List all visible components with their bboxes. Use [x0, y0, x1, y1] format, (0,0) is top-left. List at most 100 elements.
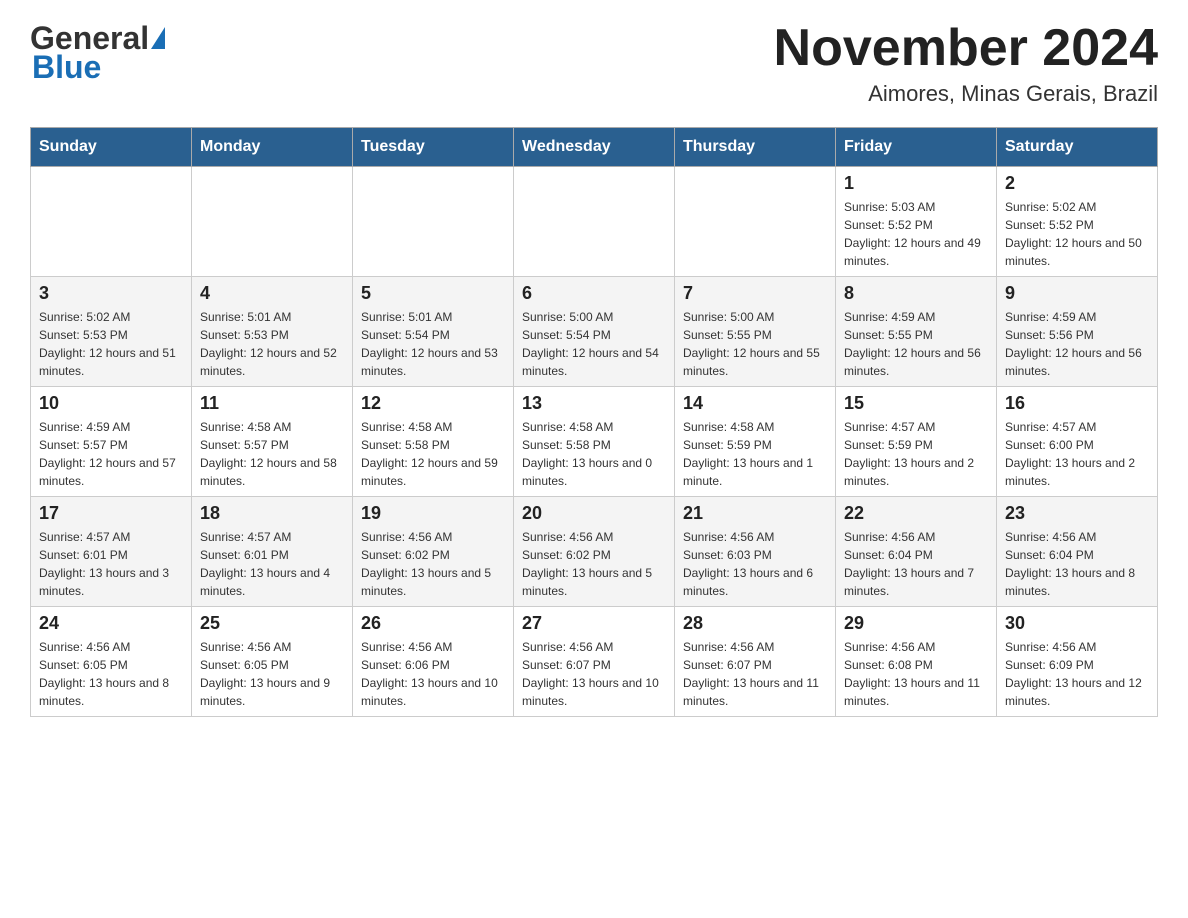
day-info: Sunrise: 4:56 AMSunset: 6:02 PMDaylight:…: [522, 528, 666, 600]
header-wednesday: Wednesday: [514, 128, 675, 167]
header-sunday: Sunday: [31, 128, 192, 167]
table-row: [31, 167, 192, 277]
location-subtitle: Aimores, Minas Gerais, Brazil: [774, 81, 1158, 107]
table-row: 21Sunrise: 4:56 AMSunset: 6:03 PMDayligh…: [675, 497, 836, 607]
day-number: 10: [39, 393, 183, 414]
month-title: November 2024: [774, 20, 1158, 77]
day-info: Sunrise: 4:56 AMSunset: 6:04 PMDaylight:…: [844, 528, 988, 600]
page-header: General Blue November 2024 Aimores, Mina…: [30, 20, 1158, 107]
calendar-week-5: 24 Sunrise: 4:56 AMSunset: 6:05 PMDayligh…: [31, 607, 1158, 717]
table-row: 28 Sunrise: 4:56 AMSunset: 6:07 PMDayligh…: [675, 607, 836, 717]
day-number: 24: [39, 613, 183, 634]
day-info: Sunrise: 4:56 AMSunset: 6:03 PMDaylight:…: [683, 528, 827, 600]
table-row: 19Sunrise: 4:56 AMSunset: 6:02 PMDayligh…: [353, 497, 514, 607]
day-info: Sunrise: 4:59 AMSunset: 5:55 PMDaylight:…: [844, 308, 988, 380]
day-info: Sunrise: 4:58 AMSunset: 5:58 PMDaylight:…: [522, 418, 666, 490]
table-row: [353, 167, 514, 277]
day-number: 30: [1005, 613, 1149, 634]
header-tuesday: Tuesday: [353, 128, 514, 167]
table-row: 2 Sunrise: 5:02 AMSunset: 5:52 PMDaylight…: [997, 167, 1158, 277]
day-number: 28: [683, 613, 827, 634]
day-number: 4: [200, 283, 344, 304]
day-number: 6: [522, 283, 666, 304]
day-info: Sunrise: 4:59 AMSunset: 5:57 PMDaylight:…: [39, 418, 183, 490]
calendar-week-1: 1Sunrise: 5:03 AMSunset: 5:52 PMDaylight…: [31, 167, 1158, 277]
day-info: Sunrise: 5:01 AMSunset: 5:53 PMDaylight:…: [200, 308, 344, 380]
table-row: 8 Sunrise: 4:59 AMSunset: 5:55 PMDaylight…: [836, 277, 997, 387]
header-saturday: Saturday: [997, 128, 1158, 167]
table-row: 14 Sunrise: 4:58 AMSunset: 5:59 PMDayligh…: [675, 387, 836, 497]
day-info: Sunrise: 4:57 AMSunset: 5:59 PMDaylight:…: [844, 418, 988, 490]
calendar-week-3: 10 Sunrise: 4:59 AMSunset: 5:57 PMDayligh…: [31, 387, 1158, 497]
header-thursday: Thursday: [675, 128, 836, 167]
table-row: 26 Sunrise: 4:56 AMSunset: 6:06 PMDayligh…: [353, 607, 514, 717]
table-row: [514, 167, 675, 277]
day-info: Sunrise: 4:56 AMSunset: 6:08 PMDaylight:…: [844, 638, 988, 710]
table-row: 5Sunrise: 5:01 AMSunset: 5:54 PMDaylight…: [353, 277, 514, 387]
table-row: 4 Sunrise: 5:01 AMSunset: 5:53 PMDaylight…: [192, 277, 353, 387]
day-number: 5: [361, 283, 505, 304]
calendar-table: Sunday Monday Tuesday Wednesday Thursday…: [30, 127, 1158, 717]
day-info: Sunrise: 5:03 AMSunset: 5:52 PMDaylight:…: [844, 198, 988, 270]
day-info: Sunrise: 5:00 AMSunset: 5:55 PMDaylight:…: [683, 308, 827, 380]
day-info: Sunrise: 4:56 AMSunset: 6:07 PMDaylight:…: [683, 638, 827, 710]
table-row: 1Sunrise: 5:03 AMSunset: 5:52 PMDaylight…: [836, 167, 997, 277]
day-info: Sunrise: 4:56 AMSunset: 6:07 PMDaylight:…: [522, 638, 666, 710]
day-number: 12: [361, 393, 505, 414]
calendar-week-2: 3 Sunrise: 5:02 AMSunset: 5:53 PMDaylight…: [31, 277, 1158, 387]
day-number: 8: [844, 283, 988, 304]
table-row: 12 Sunrise: 4:58 AMSunset: 5:58 PMDayligh…: [353, 387, 514, 497]
day-info: Sunrise: 4:58 AMSunset: 5:58 PMDaylight:…: [361, 418, 505, 490]
table-row: 23 Sunrise: 4:56 AMSunset: 6:04 PMDayligh…: [997, 497, 1158, 607]
day-number: 20: [522, 503, 666, 524]
day-info: Sunrise: 5:02 AMSunset: 5:52 PMDaylight:…: [1005, 198, 1149, 270]
table-row: 6Sunrise: 5:00 AMSunset: 5:54 PMDaylight…: [514, 277, 675, 387]
day-number: 14: [683, 393, 827, 414]
day-info: Sunrise: 4:57 AMSunset: 6:00 PMDaylight:…: [1005, 418, 1149, 490]
day-number: 29: [844, 613, 988, 634]
day-info: Sunrise: 5:02 AMSunset: 5:53 PMDaylight:…: [39, 308, 183, 380]
day-info: Sunrise: 4:58 AMSunset: 5:57 PMDaylight:…: [200, 418, 344, 490]
day-number: 3: [39, 283, 183, 304]
table-row: [192, 167, 353, 277]
calendar-week-4: 17Sunrise: 4:57 AMSunset: 6:01 PMDayligh…: [31, 497, 1158, 607]
day-info: Sunrise: 4:57 AMSunset: 6:01 PMDaylight:…: [39, 528, 183, 600]
day-info: Sunrise: 4:59 AMSunset: 5:56 PMDaylight:…: [1005, 308, 1149, 380]
logo: General Blue: [30, 20, 165, 86]
day-number: 23: [1005, 503, 1149, 524]
day-info: Sunrise: 4:56 AMSunset: 6:06 PMDaylight:…: [361, 638, 505, 710]
weekday-header-row: Sunday Monday Tuesday Wednesday Thursday…: [31, 128, 1158, 167]
day-number: 9: [1005, 283, 1149, 304]
table-row: 29 Sunrise: 4:56 AMSunset: 6:08 PMDayligh…: [836, 607, 997, 717]
day-number: 26: [361, 613, 505, 634]
table-row: 3 Sunrise: 5:02 AMSunset: 5:53 PMDaylight…: [31, 277, 192, 387]
day-info: Sunrise: 4:57 AMSunset: 6:01 PMDaylight:…: [200, 528, 344, 600]
header-friday: Friday: [836, 128, 997, 167]
table-row: 9 Sunrise: 4:59 AMSunset: 5:56 PMDaylight…: [997, 277, 1158, 387]
day-number: 18: [200, 503, 344, 524]
day-number: 25: [200, 613, 344, 634]
table-row: 17Sunrise: 4:57 AMSunset: 6:01 PMDayligh…: [31, 497, 192, 607]
table-row: 27Sunrise: 4:56 AMSunset: 6:07 PMDayligh…: [514, 607, 675, 717]
table-row: 16Sunrise: 4:57 AMSunset: 6:00 PMDayligh…: [997, 387, 1158, 497]
day-number: 7: [683, 283, 827, 304]
table-row: 13Sunrise: 4:58 AMSunset: 5:58 PMDayligh…: [514, 387, 675, 497]
day-number: 22: [844, 503, 988, 524]
day-info: Sunrise: 4:56 AMSunset: 6:05 PMDaylight:…: [39, 638, 183, 710]
day-info: Sunrise: 4:56 AMSunset: 6:04 PMDaylight:…: [1005, 528, 1149, 600]
day-number: 15: [844, 393, 988, 414]
table-row: 20 Sunrise: 4:56 AMSunset: 6:02 PMDayligh…: [514, 497, 675, 607]
table-row: 11Sunrise: 4:58 AMSunset: 5:57 PMDayligh…: [192, 387, 353, 497]
table-row: 7 Sunrise: 5:00 AMSunset: 5:55 PMDaylight…: [675, 277, 836, 387]
day-info: Sunrise: 4:56 AMSunset: 6:09 PMDaylight:…: [1005, 638, 1149, 710]
day-info: Sunrise: 4:56 AMSunset: 6:05 PMDaylight:…: [200, 638, 344, 710]
table-row: 15 Sunrise: 4:57 AMSunset: 5:59 PMDayligh…: [836, 387, 997, 497]
logo-triangle-icon: [151, 27, 165, 49]
day-info: Sunrise: 4:58 AMSunset: 5:59 PMDaylight:…: [683, 418, 827, 490]
table-row: 10 Sunrise: 4:59 AMSunset: 5:57 PMDayligh…: [31, 387, 192, 497]
day-number: 2: [1005, 173, 1149, 194]
table-row: 30 Sunrise: 4:56 AMSunset: 6:09 PMDayligh…: [997, 607, 1158, 717]
title-area: November 2024 Aimores, Minas Gerais, Bra…: [774, 20, 1158, 107]
day-number: 19: [361, 503, 505, 524]
table-row: 22 Sunrise: 4:56 AMSunset: 6:04 PMDayligh…: [836, 497, 997, 607]
